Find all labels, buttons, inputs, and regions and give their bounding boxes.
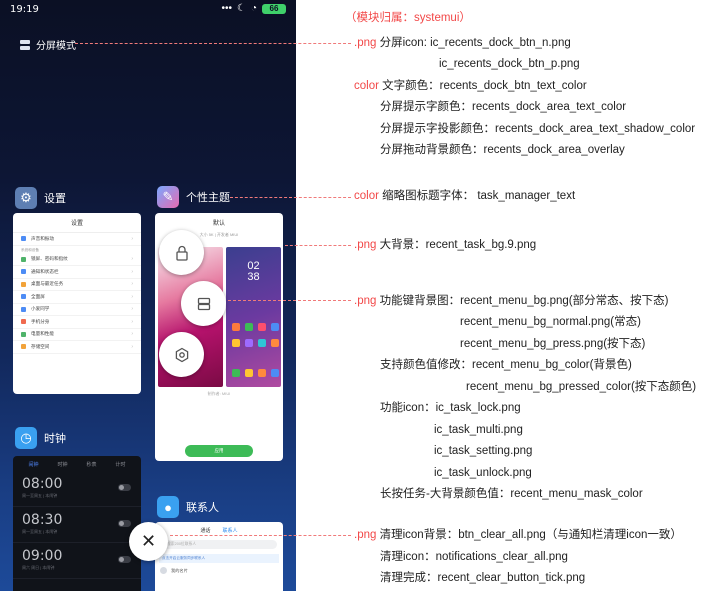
- status-bar: 19:19 ••• ☾ ◔ 66: [0, 0, 296, 20]
- settings-card-header: ⚙ 设置: [15, 187, 66, 209]
- annotation: ic_task_multi.png: [434, 424, 523, 436]
- annotation: recent_menu_bg_normal.png(常态): [460, 316, 641, 328]
- recents-screen: 19:19 ••• ☾ ◔ 66 分屏模式 ⚙ 设置 设置 声音和振动 › 系统和…: [0, 0, 296, 591]
- clock-task-card[interactable]: 闹钟 时钟 秒表 计时 08:00 周一至周五 | 本闹钟 08:30 周一至周五 |…: [13, 456, 141, 591]
- my-card-row: 我的名片: [160, 567, 278, 574]
- section-label: 系统和设备: [21, 247, 39, 252]
- home-preview: 02 38: [226, 247, 281, 387]
- annotation: ic_task_setting.png: [434, 445, 533, 457]
- leader-line: [75, 43, 351, 44]
- task-settings-button[interactable]: [159, 332, 204, 377]
- alarm-row: 09:00 周六 周日 | 本闹钟: [13, 543, 141, 579]
- leader-line: [230, 197, 351, 198]
- annotation: 长按任务-大背景颜色值：recent_menu_mask_color: [380, 488, 643, 500]
- leader-line: [285, 245, 351, 246]
- list-item: 手机分身 ›: [13, 316, 141, 329]
- annotation-background: .png 大背景：recent_task_bg.9.png: [354, 239, 537, 251]
- lock-task-button[interactable]: [159, 230, 204, 275]
- contacts-tabs: 通话 联系人: [200, 528, 238, 534]
- contacts-search: 搜索200位联系人: [161, 540, 277, 549]
- list-item: 全面屏 ›: [13, 291, 141, 304]
- settings-task-card[interactable]: 设置 声音和振动 › 系统和设备 锁屏、密码和指纹 › 通知和状态栏 › 桌面与最近任…: [13, 213, 141, 394]
- list-item: 电量和性能 ›: [13, 329, 141, 341]
- list-item: 通知和状态栏 ›: [13, 266, 141, 279]
- list-item: 桌面与最近任务 ›: [13, 279, 141, 291]
- annotation-title-font: color 缩略图标题字体： task_manager_text: [354, 190, 576, 202]
- annotation-split-icon: .png 分屏icon: ic_recents_dock_btn_n.png: [354, 37, 571, 49]
- module-label: （模块归属：systemui）: [345, 12, 471, 24]
- annotation: 清理完成：recent_clear_button_tick.png: [380, 572, 586, 584]
- settings-card-title: 设置: [44, 193, 66, 205]
- cloud-sync-banner: 点击开启云服务同步联系人: [159, 554, 279, 563]
- split-window-icon: [197, 297, 210, 310]
- annotation: 分屏提示字投影颜色：recents_dock_area_text_shadow_…: [380, 123, 696, 135]
- alarm-row: 08:00 周一至周五 | 本闹钟: [13, 471, 141, 507]
- theme-page-title: 默认: [212, 221, 225, 227]
- settings-page-title: 设置: [13, 213, 141, 233]
- clock-card-header: ◷ 时钟: [15, 427, 66, 449]
- lock-icon: [175, 245, 188, 261]
- annotation: ic_recents_dock_btn_p.png: [439, 58, 580, 70]
- signal-icon: •••: [221, 3, 232, 14]
- alarm-toggle: [118, 520, 131, 527]
- annotation-text-color: color 文字颜色：recents_dock_btn_text_color: [354, 80, 587, 92]
- annotation: 支持颜色值修改：recent_menu_bg_color(背景色): [380, 359, 632, 371]
- annotation: 分屏提示字颜色：recents_dock_area_text_color: [380, 101, 627, 113]
- list-item: 小爱同学 ›: [13, 304, 141, 316]
- annotation: ic_task_unlock.png: [434, 467, 532, 479]
- theme-card-title: 个性主题: [186, 192, 230, 204]
- multi-window-button[interactable]: [181, 281, 226, 326]
- clock-card-title: 时钟: [44, 433, 66, 445]
- clear-all-button[interactable]: ✕: [129, 522, 168, 561]
- status-time: 19:19: [10, 4, 39, 15]
- brush-icon: ✎: [157, 186, 179, 208]
- annotation: recent_menu_bg_pressed_color(按下态颜色): [466, 381, 697, 393]
- split-screen-icon: [20, 39, 30, 50]
- avatar: [160, 567, 167, 574]
- contacts-task-card[interactable]: 通话 联系人 搜索200位联系人 点击开启云服务同步联系人 我的名片: [155, 522, 283, 591]
- annotation-clear-bg: .png 清理icon背景：btn_clear_all.png（与通知栏清理ic…: [354, 529, 682, 541]
- alarm-toggle: [118, 484, 131, 491]
- hexagon-settings-icon: [175, 347, 188, 362]
- preview-clock: 02 38: [247, 260, 260, 283]
- clock-tabs: 闹钟 时钟 秒表 计时: [28, 462, 126, 468]
- split-screen-button[interactable]: 分屏模式: [20, 37, 76, 52]
- leader-line: [170, 535, 351, 536]
- list-item: 锁屏、密码和指纹 ›: [13, 254, 141, 266]
- theme-author: 制作者: MIUI: [207, 391, 231, 396]
- list-item: 存储空间 ›: [13, 341, 141, 354]
- annotation: 分屏拖动背景颜色：recents_dock_area_overlay: [380, 144, 625, 156]
- close-icon: ✕: [140, 531, 157, 551]
- gear-icon: ⚙: [15, 187, 37, 209]
- alarm-row: 08:30 周一至周五 | 本闹钟: [13, 507, 141, 543]
- contacts-card-title: 联系人: [186, 502, 219, 514]
- theme-card-header: ✎ 个性主题: [157, 186, 230, 208]
- annotation: 功能icon：ic_task_lock.png: [380, 402, 521, 414]
- split-screen-label: 分屏模式: [36, 41, 76, 52]
- list-item: 声音和振动 ›: [13, 233, 141, 246]
- leader-line: [228, 300, 351, 301]
- clock-icon: ◷: [15, 427, 37, 449]
- apply-theme-button: 应用: [185, 445, 253, 457]
- alarm-toggle: [118, 556, 131, 563]
- annotation: recent_menu_bg_press.png(按下态): [460, 338, 646, 350]
- contacts-card-header: ● 联系人: [157, 496, 219, 518]
- annotation: 清理icon：notifications_clear_all.png: [380, 551, 568, 563]
- wifi-icon: ◔: [250, 3, 257, 14]
- battery-icon: 66: [262, 3, 286, 14]
- person-icon: ●: [157, 496, 179, 518]
- annotation-menu-bg: .png 功能键背景图：recent_menu_bg.png(部分常态、按下态): [354, 295, 669, 307]
- moon-icon: ☾: [236, 3, 246, 14]
